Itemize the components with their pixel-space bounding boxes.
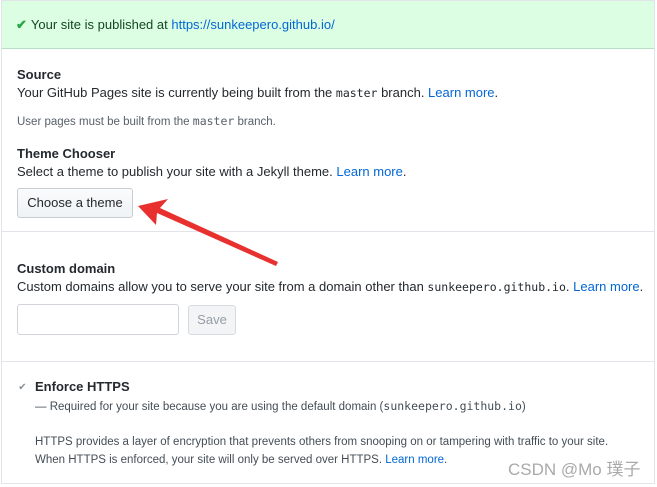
custom-domain-heading: Custom domain: [17, 261, 116, 276]
source-note: User pages must be built from the master…: [17, 114, 276, 128]
source-desc-before: Your GitHub Pages site is currently bein…: [17, 85, 336, 100]
source-branch: master: [335, 86, 378, 100]
https-info-line2-text: When HTTPS is enforced, your site will o…: [35, 454, 386, 466]
check-icon: ✔: [16, 17, 27, 32]
source-section: Source Your GitHub Pages site is current…: [2, 49, 654, 232]
choose-theme-button[interactable]: Choose a theme: [17, 188, 133, 218]
theme-chooser-description: Select a theme to publish your site with…: [17, 164, 407, 179]
save-domain-button[interactable]: Save: [188, 305, 236, 335]
enforce-https-label: Enforce HTTPS: [35, 379, 130, 394]
source-note-after: branch.: [234, 116, 276, 128]
domain-learn-more-link[interactable]: Learn more: [573, 279, 639, 294]
custom-domain-section: Custom domain Custom domains allow you t…: [2, 232, 654, 362]
arrow-shape: [138, 199, 278, 266]
custom-domain-input[interactable]: [17, 304, 179, 335]
https-info-line2: When HTTPS is enforced, your site will o…: [35, 454, 448, 466]
watermark: CSDN @Mo 璞子: [508, 460, 641, 479]
domain-code: sunkeepero.github.io: [427, 280, 566, 294]
source-desc-after: branch.: [377, 85, 429, 100]
annotation-arrow-icon: [138, 199, 278, 266]
custom-domain-description: Custom domains allow you to serve your s…: [17, 279, 644, 294]
source-learn-more-link[interactable]: Learn more: [428, 85, 494, 100]
github-pages-panel: ✔ Your site is published at https://sunke…: [1, 0, 655, 484]
https-required-before: — Required for your site because you are…: [35, 401, 384, 413]
theme-desc: Select a theme to publish your site with…: [17, 164, 337, 179]
https-required-after: ): [521, 401, 526, 413]
published-flash-banner: ✔ Your site is published at https://sunke…: [2, 1, 654, 49]
source-description: Your GitHub Pages site is currently bein…: [17, 85, 499, 100]
theme-learn-more-link[interactable]: Learn more: [336, 164, 402, 179]
theme-chooser-heading: Theme Chooser: [17, 146, 116, 161]
source-note-branch: master: [192, 114, 235, 128]
domain-desc-before: Custom domains allow you to serve your s…: [17, 279, 428, 294]
checkbox-checked-icon[interactable]: ✔: [17, 382, 28, 393]
https-info-line1: HTTPS provides a layer of encryption tha…: [35, 436, 609, 448]
flash-text: Your site is published at: [30, 17, 172, 32]
source-note-before: User pages must be built from the: [17, 116, 193, 128]
published-site-link[interactable]: https://sunkeepero.github.io/: [171, 17, 334, 32]
https-learn-more-link[interactable]: Learn more: [385, 454, 444, 466]
https-required-note: — Required for your site because you are…: [35, 399, 526, 413]
https-required-domain: sunkeepero.github.io: [383, 399, 522, 413]
source-heading: Source: [17, 67, 62, 82]
